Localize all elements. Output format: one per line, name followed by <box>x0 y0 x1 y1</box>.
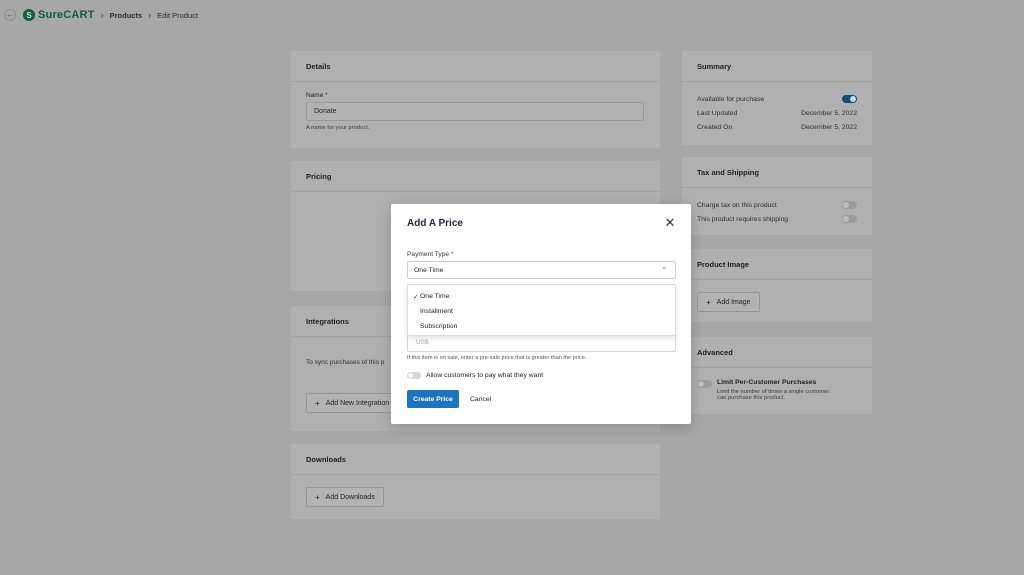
pay-what-want-row: Allow customers to pay what they want <box>407 372 543 379</box>
product-image-title: Product Image <box>682 249 872 280</box>
charge-tax-label: Charge tax on this product <box>697 201 777 209</box>
add-integration-button[interactable]: + Add New Integration <box>306 393 399 413</box>
charge-tax-toggle[interactable] <box>842 201 857 209</box>
created-label: Created On <box>697 123 733 131</box>
breadcrumb-products[interactable]: Products <box>110 11 143 20</box>
breadcrumb-edit-product: Edit Product <box>157 10 198 20</box>
summary-card: Summary Available for purchase Last Upda… <box>682 51 872 145</box>
available-label: Available for purchase <box>697 95 765 103</box>
created-value: December 5, 2022 <box>801 123 857 131</box>
top-bar: ← S SureCART › Products › Edit Product <box>0 0 1024 30</box>
option-one-time[interactable]: ✓ One Time <box>408 289 675 304</box>
add-image-label: Add Image <box>716 298 751 306</box>
details-title: Details <box>291 51 660 82</box>
details-card: Details Name * Donate A name for your pr… <box>291 51 660 148</box>
add-image-button[interactable]: + Add Image <box>697 292 760 312</box>
option-label: Installment <box>420 308 453 315</box>
available-toggle[interactable] <box>842 95 857 103</box>
checkmark-icon: ✓ <box>413 293 419 301</box>
option-subscription[interactable]: Subscription <box>408 319 675 334</box>
sale-price-help: If this item is on sale, enter a pre-sal… <box>407 355 587 361</box>
add-price-modal: Add A Price ✕ Payment Type * One Time ⌃ … <box>391 204 691 424</box>
modal-title: Add A Price <box>407 218 463 229</box>
payment-type-select[interactable]: One Time ⌃ <box>407 261 676 279</box>
tax-shipping-card: Tax and Shipping Charge tax on this prod… <box>682 157 872 235</box>
create-price-button[interactable]: Create Price <box>407 390 459 408</box>
name-label: Name * <box>306 92 645 99</box>
last-updated-row: Last Updated December 5, 2022 <box>697 106 857 120</box>
option-installment[interactable]: Installment <box>408 304 675 319</box>
chevron-right-icon: › <box>148 10 152 20</box>
available-row: Available for purchase <box>697 92 857 106</box>
payment-type-value: One Time <box>414 266 444 274</box>
last-updated-label: Last Updated <box>697 109 738 117</box>
payment-type-dropdown: ✓ One Time Installment Subscription <box>407 284 676 336</box>
close-icon[interactable]: ✕ <box>663 216 677 230</box>
pricing-title: Pricing <box>291 161 660 192</box>
charge-tax-row: Charge tax on this product <box>697 198 857 212</box>
cancel-button[interactable]: Cancel <box>466 390 495 408</box>
last-updated-value: December 5, 2022 <box>801 109 857 117</box>
pay-what-want-label: Allow customers to pay what they want <box>426 372 544 379</box>
advanced-title: Advanced <box>682 337 872 368</box>
add-integration-label: Add New Integration <box>325 399 390 407</box>
downloads-card: Downloads + Add Downloads <box>291 444 660 519</box>
logo-text: SureCART <box>38 9 95 21</box>
payment-type-label: Payment Type * <box>407 251 453 258</box>
option-label: One Time <box>420 293 450 300</box>
downloads-title: Downloads <box>291 444 660 475</box>
logo-mark-icon: S <box>23 9 35 21</box>
created-row: Created On December 5, 2022 <box>697 120 857 134</box>
plus-icon: + <box>315 492 320 502</box>
required-mark: * <box>450 251 454 258</box>
add-downloads-label: Add Downloads <box>325 493 375 501</box>
summary-title: Summary <box>682 51 872 82</box>
name-input[interactable]: Donate <box>306 102 644 121</box>
limit-purchases-label: Limit Per-Customer Purchases <box>717 379 817 386</box>
requires-shipping-label: This product requires shipping <box>697 215 789 223</box>
product-image-card: Product Image + Add Image <box>682 249 872 322</box>
tax-shipping-title: Tax and Shipping <box>682 157 872 188</box>
plus-icon: + <box>706 297 711 307</box>
plus-icon: + <box>315 398 320 408</box>
required-mark: * <box>325 92 328 99</box>
limit-purchases-toggle[interactable] <box>697 380 712 388</box>
pay-what-want-toggle[interactable] <box>407 372 421 379</box>
name-help: A name for your product. <box>306 125 370 131</box>
add-downloads-button[interactable]: + Add Downloads <box>306 487 384 507</box>
name-label-text: Name <box>306 92 324 99</box>
requires-shipping-row: This product requires shipping <box>697 212 857 226</box>
payment-type-label-text: Payment Type <box>407 251 450 258</box>
limit-help-2: can purchase this product. <box>717 395 785 401</box>
compare-price-input[interactable]: US$ <box>407 334 676 352</box>
advanced-card: Advanced Limit Per-Customer Purchases Li… <box>682 337 872 414</box>
option-label: Subscription <box>420 323 458 330</box>
requires-shipping-toggle[interactable] <box>842 215 857 223</box>
chevron-right-icon: › <box>100 10 104 20</box>
surecart-logo[interactable]: S SureCART <box>23 9 95 21</box>
chevron-up-icon: ⌃ <box>661 267 667 274</box>
back-arrow-icon[interactable]: ← <box>4 9 16 21</box>
